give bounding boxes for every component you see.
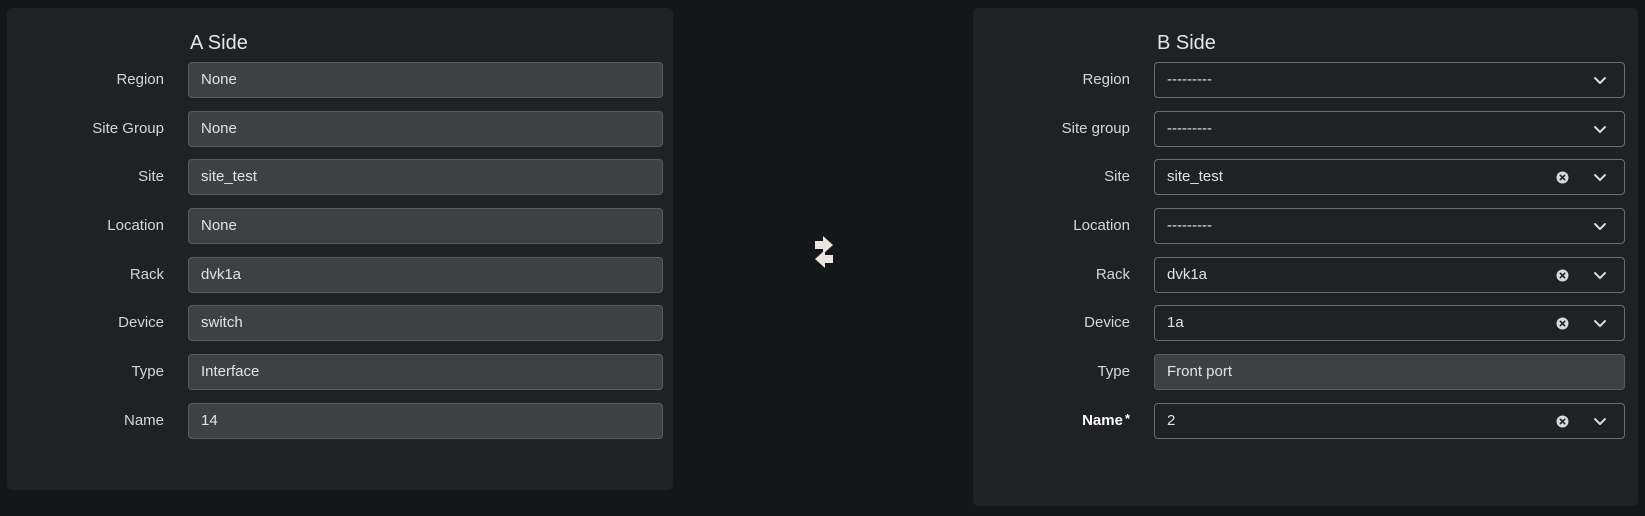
b-side-site-group-value: --------- [1167, 120, 1212, 137]
b-side-rack-label: Rack [1095, 266, 1130, 283]
b-side-device-value: 1a [1167, 314, 1184, 331]
chevron-down-icon[interactable] [1592, 413, 1608, 429]
b-side-region-value: --------- [1167, 71, 1212, 88]
a-side-site-label: Site [138, 168, 164, 185]
a-side-rack-field: dvk1a [188, 257, 663, 293]
chevron-down-icon[interactable] [1592, 72, 1608, 88]
b-side-site-row: Site site_test [973, 159, 1638, 195]
a-side-location-label: Location [107, 217, 164, 234]
b-side-name-label-text: Name [1082, 412, 1123, 429]
b-side-name-value: 2 [1167, 412, 1176, 429]
a-side-region-field: None [188, 62, 663, 98]
a-side-panel: A Side Region None Site Group None Site … [7, 8, 673, 490]
b-side-panel: B Side Region --------- Site group -----… [973, 8, 1638, 506]
a-side-type-field: Interface [188, 354, 663, 390]
a-side-site-row: Site site_test [7, 159, 673, 195]
b-side-rack-value: dvk1a [1167, 266, 1208, 283]
a-side-site-group-label: Site Group [92, 120, 164, 137]
chevron-down-icon[interactable] [1592, 121, 1608, 137]
a-side-location-field: None [188, 208, 663, 244]
b-side-region-row: Region --------- [973, 62, 1638, 98]
a-side-name-row: Name 14 [7, 403, 673, 439]
a-side-title: A Side [190, 32, 248, 54]
b-side-type-row: Type Front port [973, 354, 1638, 390]
chevron-down-icon[interactable] [1592, 218, 1608, 234]
clear-x-icon[interactable] [1556, 171, 1569, 184]
b-side-site-select[interactable]: site_test [1154, 159, 1625, 195]
b-side-rack-select[interactable]: dvk1a [1154, 257, 1625, 293]
b-side-region-select[interactable]: --------- [1154, 62, 1625, 98]
a-side-name-field: 14 [188, 403, 663, 439]
b-side-name-row: Name * 2 [973, 403, 1638, 439]
a-side-device-field: switch [188, 305, 663, 341]
b-side-device-label: Device [1084, 314, 1130, 331]
a-side-site-group-row: Site Group None [7, 111, 673, 147]
b-side-name-select[interactable]: 2 [1154, 403, 1625, 439]
a-side-site-field: site_test [188, 159, 663, 195]
b-side-region-label: Region [1082, 71, 1130, 88]
swap-arrows-icon[interactable] [803, 234, 845, 270]
a-side-type-label: Type [131, 363, 164, 380]
b-side-site-group-label: Site group [1061, 120, 1130, 137]
chevron-down-icon[interactable] [1592, 169, 1608, 185]
a-side-device-row: Device switch [7, 305, 673, 341]
clear-x-icon[interactable] [1556, 317, 1569, 330]
a-side-region-label: Region [116, 71, 164, 88]
clear-x-icon[interactable] [1556, 415, 1569, 428]
b-side-site-group-row: Site group --------- [973, 111, 1638, 147]
a-side-device-label: Device [118, 314, 164, 331]
b-side-location-select[interactable]: --------- [1154, 208, 1625, 244]
b-side-location-value: --------- [1167, 217, 1212, 234]
b-side-location-row: Location --------- [973, 208, 1638, 244]
b-side-site-group-select[interactable]: --------- [1154, 111, 1625, 147]
b-side-name-label: Name * [973, 403, 1130, 439]
a-side-name-label: Name [123, 412, 164, 429]
b-side-title: B Side [1157, 32, 1216, 54]
a-side-rack-row: Rack dvk1a [7, 257, 673, 293]
b-side-location-label: Location [1073, 217, 1130, 234]
chevron-down-icon[interactable] [1592, 315, 1608, 331]
a-side-region-row: Region None [7, 62, 673, 98]
b-side-device-select[interactable]: 1a [1154, 305, 1625, 341]
chevron-down-icon[interactable] [1592, 267, 1608, 283]
b-side-site-value: site_test [1167, 168, 1223, 185]
a-side-location-row: Location None [7, 208, 673, 244]
a-side-site-group-field: None [188, 111, 663, 147]
a-side-type-row: Type Interface [7, 354, 673, 390]
b-side-rack-row: Rack dvk1a [973, 257, 1638, 293]
required-asterisk: * [1124, 411, 1130, 426]
b-side-device-row: Device 1a [973, 305, 1638, 341]
b-side-site-label: Site [1104, 168, 1130, 185]
a-side-rack-label: Rack [129, 266, 164, 283]
b-side-type-field: Front port [1154, 354, 1625, 390]
b-side-type-label: Type [1097, 363, 1130, 380]
clear-x-icon[interactable] [1556, 269, 1569, 282]
